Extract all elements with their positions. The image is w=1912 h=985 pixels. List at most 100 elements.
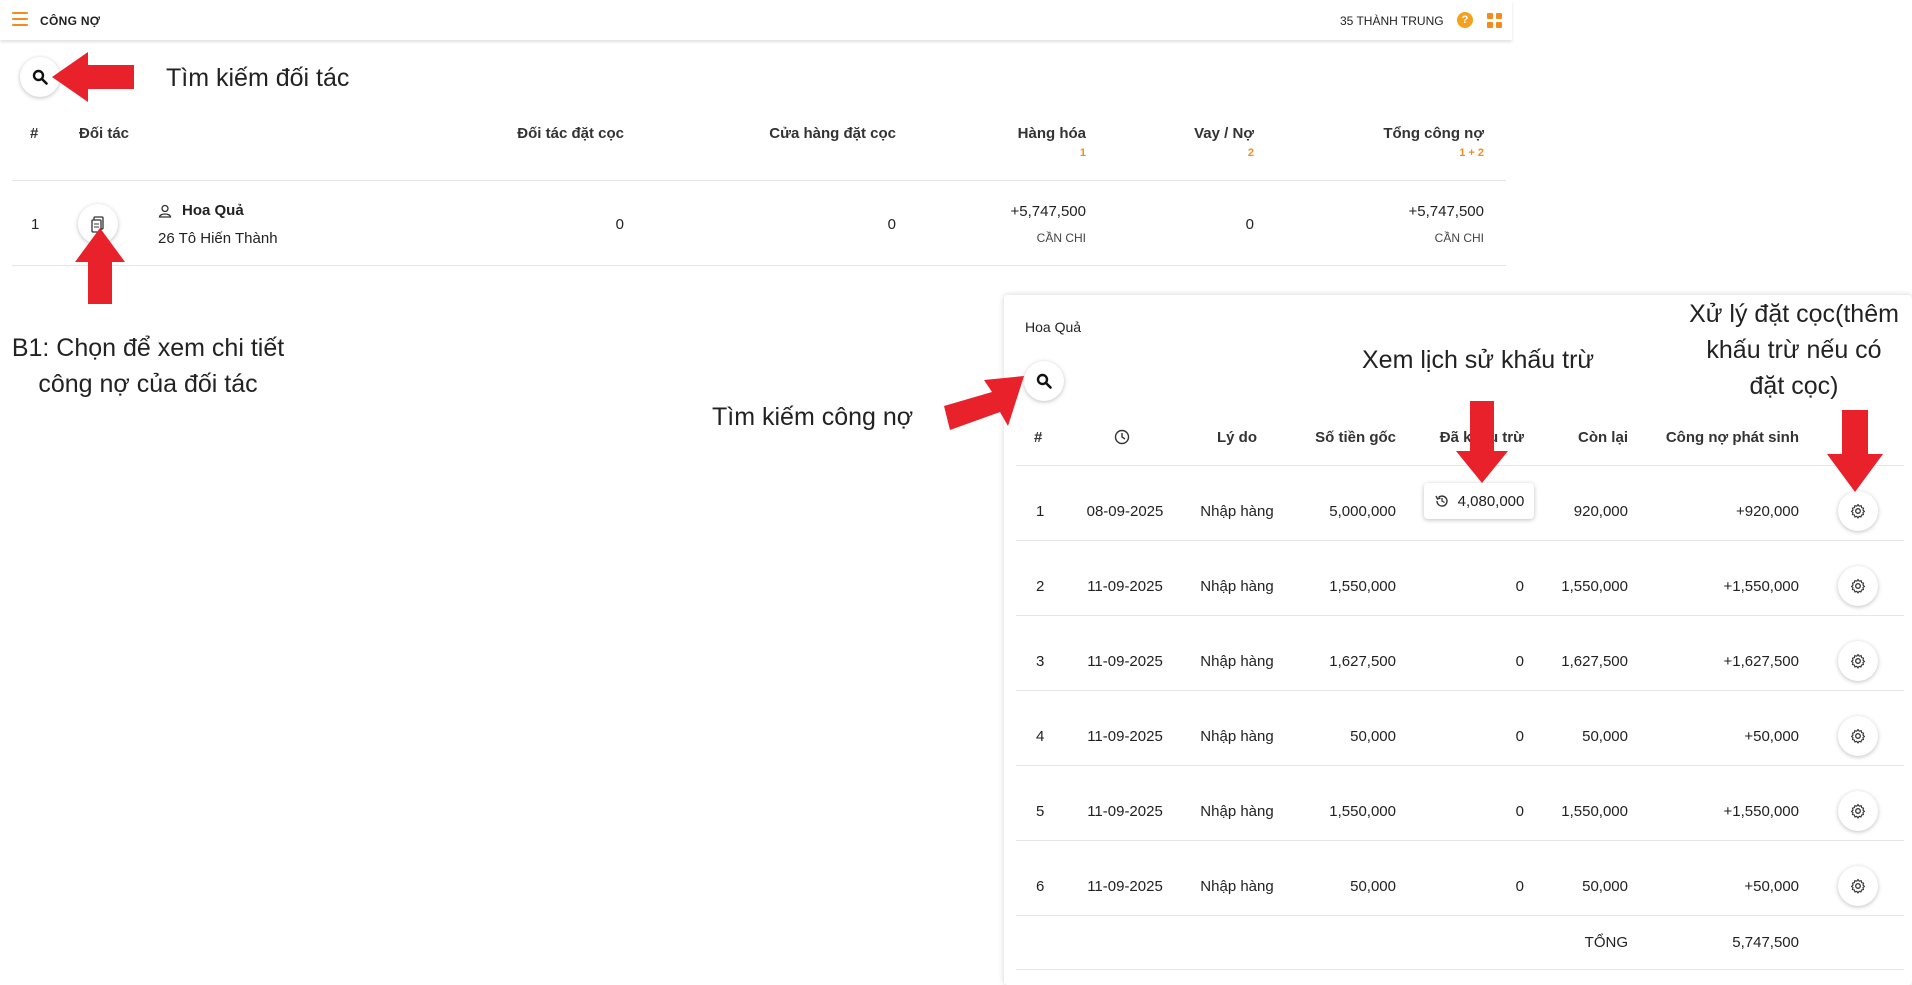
detail-row-arising: +1,627,500 <box>1723 653 1800 670</box>
col-partner: Đối tác <box>79 125 130 142</box>
col-partner-deposit: Đối tác đặt cọc <box>517 125 624 142</box>
detail-row-remaining: 1,550,000 <box>1561 578 1628 595</box>
loan-value: 0 <box>1245 216 1254 233</box>
detail-row-reason: Nhập hàng <box>1200 653 1274 670</box>
col-loan: Vay / Nợ <box>1194 125 1254 142</box>
deposit-settings-button[interactable] <box>1838 716 1878 756</box>
divider <box>1016 690 1904 691</box>
col-goods: Hàng hóa <box>1017 125 1086 142</box>
col-total: Tổng công nợ <box>1383 125 1484 142</box>
detail-col-reason: Lý do <box>1217 429 1257 446</box>
detail-row-num: 1 <box>1036 503 1045 520</box>
annotation-search-partner: Tìm kiếm đối tác <box>166 64 350 92</box>
divider <box>1016 765 1904 766</box>
top-bar <box>0 0 1512 40</box>
detail-col-num: # <box>1034 429 1043 446</box>
arrow-annotation <box>944 376 1024 430</box>
total-label: TỔNG <box>1584 934 1628 951</box>
detail-row-arising: +50,000 <box>1744 728 1799 745</box>
detail-row-original: 50,000 <box>1350 728 1396 745</box>
detail-row-arising: +50,000 <box>1744 878 1799 895</box>
gear-icon <box>1850 728 1866 744</box>
deposit-settings-button[interactable] <box>1838 566 1878 606</box>
detail-col-remaining: Còn lại <box>1577 429 1628 446</box>
arrow-annotation <box>52 52 134 102</box>
deduction-history-button[interactable]: 4,080,000 <box>1424 483 1534 519</box>
deposit-settings-button[interactable] <box>1838 491 1878 531</box>
detail-row-reason: Nhập hàng <box>1200 578 1274 595</box>
goods-status: CẦN CHI <box>1036 231 1086 245</box>
detail-row-date: 11-09-2025 <box>1087 803 1163 820</box>
divider <box>12 265 1506 266</box>
gear-icon <box>1850 653 1866 669</box>
total-amount: 5,747,500 <box>1732 934 1799 951</box>
detail-row-arising: +1,550,000 <box>1723 803 1800 820</box>
partner-name[interactable]: Hoa Quả <box>182 202 244 219</box>
divider <box>12 180 1506 181</box>
detail-row-original: 1,627,500 <box>1329 653 1396 670</box>
annotation-step1: B1: Chọn để xem chi tiết công nợ của đối… <box>0 330 296 402</box>
gear-icon <box>1850 878 1866 894</box>
detail-row-num: 6 <box>1036 878 1045 895</box>
detail-row-date: 11-09-2025 <box>1087 653 1163 670</box>
detail-row-reason: Nhập hàng <box>1200 503 1274 520</box>
debt-search-button[interactable] <box>1024 361 1064 401</box>
deposit-settings-button[interactable] <box>1838 866 1878 906</box>
annotation-deposit-line1: Xử lý đặt cọc(thêm <box>1689 300 1899 328</box>
gear-icon <box>1850 803 1866 819</box>
search-icon <box>1036 373 1052 389</box>
annotation-step1-line2: công nợ của đối tác <box>38 370 258 398</box>
deposit-settings-button[interactable] <box>1838 641 1878 681</box>
col-loan-sub: 2 <box>1247 147 1254 159</box>
detail-row-remaining: 1,627,500 <box>1561 653 1628 670</box>
detail-row-date: 11-09-2025 <box>1087 878 1163 895</box>
detail-row-deducted: 0 <box>1515 578 1524 595</box>
detail-row-num: 2 <box>1036 578 1045 595</box>
detail-partner-name: Hoa Quả <box>1025 319 1082 335</box>
menu-icon[interactable] <box>12 12 28 26</box>
col-total-sub: 1 + 2 <box>1459 147 1484 159</box>
divider <box>1016 969 1904 970</box>
divider <box>1016 540 1904 541</box>
detail-row-reason: Nhập hàng <box>1200 728 1274 745</box>
detail-row-date: 11-09-2025 <box>1087 578 1163 595</box>
partner-deposit-value: 0 <box>615 216 624 233</box>
divider <box>1016 840 1904 841</box>
arrow-annotation <box>1456 401 1508 483</box>
divider <box>1016 615 1904 616</box>
user-name[interactable]: 35 THÀNH TRUNG <box>1340 14 1444 28</box>
annotation-deposit-line3: đặt cọc) <box>1749 372 1839 400</box>
detail-row-deducted: 0 <box>1515 653 1524 670</box>
detail-col-arising: Công nợ phát sinh <box>1665 429 1799 446</box>
annotation-view-history: Xem lịch sử khấu trừ <box>1362 346 1595 374</box>
arrow-annotation <box>75 228 125 304</box>
detail-row-date: 11-09-2025 <box>1087 728 1163 745</box>
help-icon[interactable]: ? <box>1457 12 1473 28</box>
detail-row-original: 50,000 <box>1350 878 1396 895</box>
annotation-deposit-line2: khấu trừ nếu có <box>1706 336 1882 364</box>
search-icon <box>32 69 48 85</box>
detail-row-remaining: 1,550,000 <box>1561 803 1628 820</box>
apps-grid-icon[interactable] <box>1487 13 1502 28</box>
deposit-settings-button[interactable] <box>1838 791 1878 831</box>
partner-address: 26 Tô Hiến Thành <box>158 230 278 247</box>
detail-row-arising: +920,000 <box>1736 503 1799 520</box>
store-deposit-value: 0 <box>887 216 896 233</box>
gear-icon <box>1850 578 1866 594</box>
deducted-value: 4,080,000 <box>1457 492 1525 510</box>
clock-icon <box>1114 429 1130 445</box>
detail-row-original: 5,000,000 <box>1329 503 1396 520</box>
history-icon <box>1434 495 1448 507</box>
detail-row-num: 5 <box>1036 803 1045 820</box>
detail-row-deducted: 0 <box>1515 803 1524 820</box>
row-num: 1 <box>31 216 40 233</box>
goods-value: +5,747,500 <box>1010 203 1087 220</box>
divider <box>1016 915 1904 916</box>
detail-col-original: Số tiền gốc <box>1315 429 1396 446</box>
page-title: CÔNG NỢ <box>40 14 101 28</box>
detail-row-deducted: 0 <box>1515 728 1524 745</box>
annotation-step1-line1: B1: Chọn để xem chi tiết <box>11 334 285 362</box>
detail-row-remaining: 50,000 <box>1582 878 1628 895</box>
detail-row-deducted: 0 <box>1515 878 1524 895</box>
detail-row-original: 1,550,000 <box>1329 578 1396 595</box>
